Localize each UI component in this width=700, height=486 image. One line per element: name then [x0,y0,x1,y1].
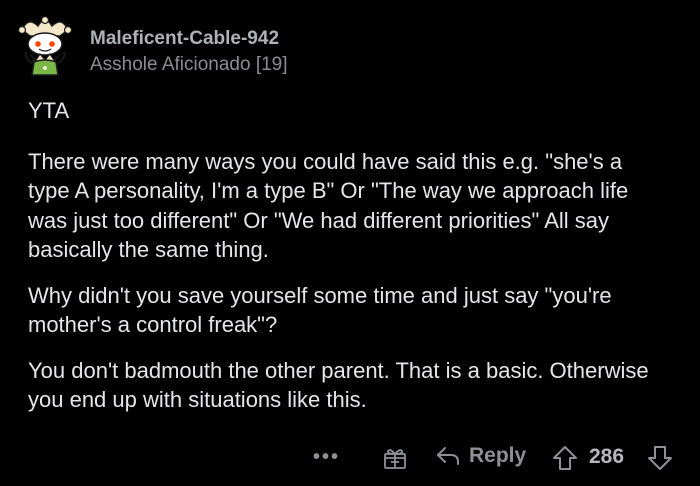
user-avatar[interactable] [14,14,76,76]
comment-actions: ••• Reply 286 [0,440,700,474]
comment-header: Maleficent-Cable-942 Asshole Aficionado … [14,14,288,78]
reply-arrow-icon [437,447,459,465]
gift-award-button[interactable] [382,445,408,471]
username[interactable]: Maleficent-Cable-942 [90,27,288,51]
user-flair: Asshole Aficionado [19] [90,54,288,75]
user-info: Maleficent-Cable-942 Asshole Aficionado … [90,27,288,77]
comment-paragraph: There were many ways you could have said… [28,148,629,263]
snoo-jester-avatar-icon [17,15,73,76]
gift-award-icon [384,449,406,469]
comment-card: Maleficent-Cable-942 Asshole Aficionado … [0,0,700,486]
comment-paragraph: You don't badmouth the other parent. Tha… [28,357,649,413]
comment-paragraph: YTA [28,98,70,123]
reply-label: Reply [469,444,527,467]
upvote-button[interactable] [551,444,579,472]
comment-body: YTA There were many ways you could have … [28,96,668,431]
downvote-arrow-icon [648,446,672,470]
reply-button[interactable]: Reply [435,444,526,468]
downvote-button[interactable] [646,444,674,472]
comment-paragraph: Why didn't you save yourself some time a… [28,282,612,338]
vote-score: 286 [589,445,625,468]
upvote-arrow-icon [553,446,577,470]
more-options-icon[interactable]: ••• [313,446,340,469]
